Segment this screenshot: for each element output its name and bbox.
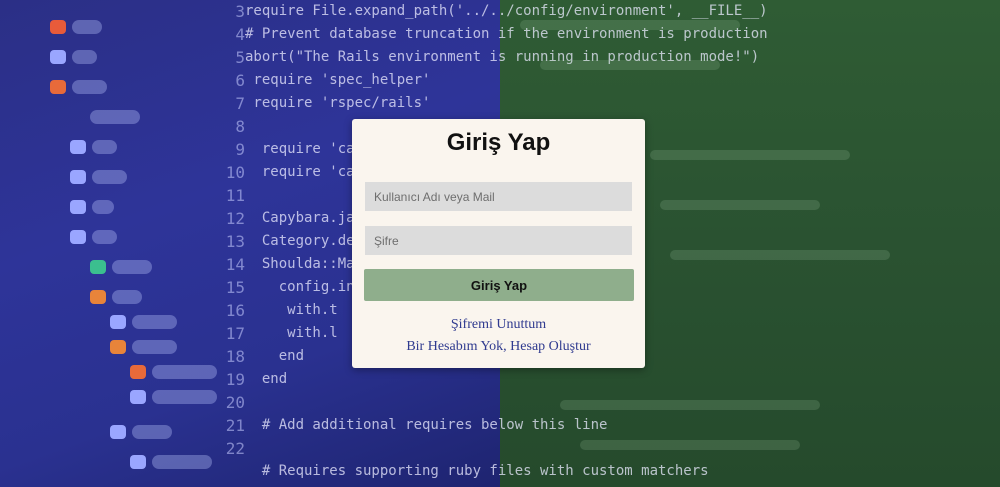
tree-node	[72, 20, 102, 34]
folder-icon	[50, 80, 66, 94]
line-number: 19	[225, 370, 245, 389]
username-input[interactable]	[365, 182, 632, 211]
line-number: 16	[225, 301, 245, 320]
login-title: Giriş Yap	[446, 129, 551, 156]
password-input[interactable]	[365, 226, 632, 255]
blurred-line	[520, 20, 740, 30]
file-icon	[130, 365, 146, 379]
folder-icon	[110, 315, 126, 329]
line-number: 4	[235, 25, 245, 44]
line-number: 17	[225, 324, 245, 343]
tree-node	[132, 425, 172, 439]
line-number: 12	[225, 209, 245, 228]
line-number: 5	[235, 48, 245, 67]
blurred-line	[670, 250, 890, 260]
file-icon	[130, 455, 146, 469]
tree-node	[72, 80, 107, 94]
register-link[interactable]: Bir Hesabım Yok, Hesap Oluştur	[352, 339, 645, 355]
folder-icon	[50, 20, 66, 34]
line-number: 15	[225, 278, 245, 297]
folder-icon	[70, 200, 86, 214]
tree-node	[92, 200, 114, 214]
folder-icon	[110, 340, 126, 354]
login-button[interactable]: Giriş Yap	[364, 269, 634, 301]
line-number: 22	[225, 439, 245, 458]
line-number: 21	[225, 416, 245, 435]
blurred-line	[540, 60, 720, 70]
line-number: 10	[225, 163, 245, 182]
tree-node	[152, 455, 212, 469]
tree-node	[132, 315, 177, 329]
forgot-password-link[interactable]: Şifremi Unuttum	[352, 317, 645, 333]
line-number: 8	[235, 117, 245, 136]
line-number: 6	[235, 71, 245, 90]
file-icon	[130, 390, 146, 404]
line-number: 20	[225, 393, 245, 412]
login-card: Giriş Yap Giriş Yap Şifremi Unuttum Bir …	[352, 119, 645, 368]
folder-icon	[90, 260, 106, 274]
line-number: 9	[235, 140, 245, 159]
file-tree-decoration	[30, 10, 220, 480]
folder-icon	[70, 170, 86, 184]
line-number: 7	[235, 94, 245, 113]
blurred-line	[650, 150, 850, 160]
folder-icon	[50, 50, 66, 64]
tree-node	[112, 290, 142, 304]
folder-icon	[110, 425, 126, 439]
line-number: 13	[225, 232, 245, 251]
tree-node	[90, 110, 140, 124]
line-number: 3	[235, 2, 245, 21]
tree-node	[112, 260, 152, 274]
tree-node	[92, 170, 127, 184]
tree-node	[72, 50, 97, 64]
line-number: 14	[225, 255, 245, 274]
folder-icon	[90, 290, 106, 304]
line-number: 11	[225, 186, 245, 205]
line-number: 18	[225, 347, 245, 366]
blurred-line	[580, 440, 800, 450]
blurred-line	[560, 400, 820, 410]
line-number-gutter: 3 4 5 6 7 8 9 10 11 12 13 14 15 16 17 18 19 20 21 22	[205, 0, 245, 487]
folder-icon	[70, 140, 86, 154]
blurred-line	[660, 200, 820, 210]
tree-node	[92, 230, 117, 244]
tree-node	[132, 340, 177, 354]
folder-icon	[70, 230, 86, 244]
tree-node	[92, 140, 117, 154]
